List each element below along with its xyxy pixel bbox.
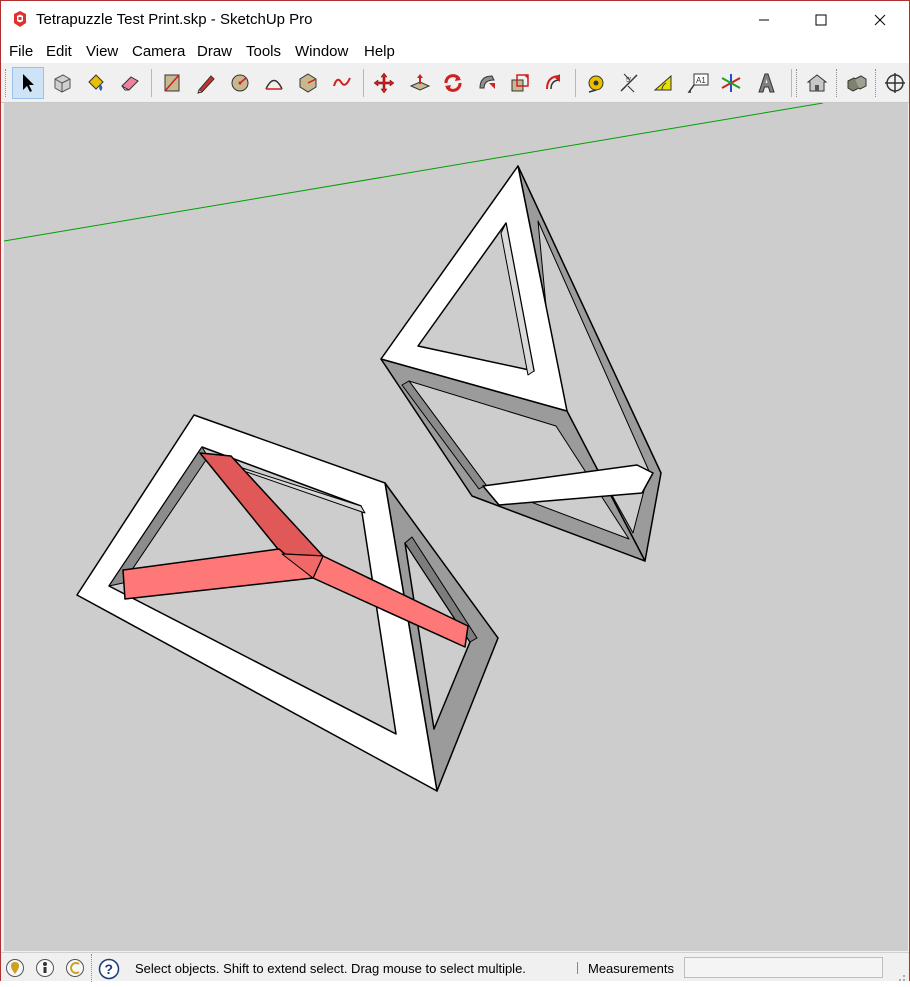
rotate-button[interactable] [437,67,469,99]
status-message: Select objects. Shift to extend select. … [135,961,526,976]
sketchup-logo-icon [11,10,29,28]
status-separator [577,962,578,974]
component-icon [54,74,71,93]
drawing-viewport[interactable] [4,103,908,951]
sketchup-window: Tetrapuzzle Test Print.skp - SketchUp Pr… [0,0,910,982]
follow-me-icon [479,75,495,89]
menu-edit[interactable]: Edit [46,43,72,60]
menu-help[interactable]: Help [364,43,395,60]
protractor-icon [653,74,672,91]
axes-icon [721,74,741,92]
protractor-button[interactable] [647,67,679,99]
svg-text:?: ? [105,961,114,977]
circle-icon [231,74,249,92]
svg-text:5': 5' [626,77,631,84]
circle-button[interactable] [224,67,256,99]
menu-window[interactable]: Window [295,43,348,60]
green-axis-line [4,103,824,242]
toolbar-separator [791,69,792,97]
toolbar-separator [575,69,576,97]
close-button[interactable] [857,1,903,39]
menu-view[interactable]: View [86,43,118,60]
rotate-icon [444,74,462,92]
credits-icon[interactable] [35,958,55,978]
maximize-icon [815,14,827,26]
minimize-icon [759,19,769,21]
toolbar-grip[interactable] [836,69,839,97]
push-pull-icon [409,74,431,91]
axes-button[interactable] [715,67,747,99]
dimension-button[interactable]: 5' [613,67,645,99]
3d-text-icon [758,73,775,93]
3d-text-button[interactable] [750,67,782,99]
close-icon [874,14,886,26]
menu-bar: File Edit View Camera Draw Tools Window … [1,39,909,63]
components-icon [847,75,867,92]
toolbar-separator [151,69,152,97]
move-arrows-icon [373,72,395,94]
polygon-icon [299,73,317,93]
tetra-frame-right[interactable] [380,165,662,562]
measurements-label: Measurements [588,961,674,976]
window-title: Tetrapuzzle Test Print.skp - SketchUp Pr… [36,11,313,28]
house-icon [806,74,828,92]
rectangle-button[interactable] [156,67,188,99]
model-canvas[interactable] [4,103,908,951]
maximize-button[interactable] [798,1,844,39]
minimize-button[interactable] [741,1,787,39]
tape-measure-button[interactable] [580,67,612,99]
help-question-icon[interactable]: ? [98,958,120,980]
svg-text:A1: A1 [696,76,706,85]
paint-bucket-button[interactable] [80,67,112,99]
paint-bucket-icon [88,74,104,91]
warehouse-button[interactable] [801,67,833,99]
move-button[interactable] [368,67,400,99]
toolbar-separator [363,69,364,97]
rectangle-icon [164,74,180,92]
resize-grip-icon[interactable] [896,969,906,981]
make-component-button[interactable] [46,67,78,99]
freehand-button[interactable] [326,67,358,99]
line-button[interactable] [190,67,222,99]
components-button[interactable] [841,67,873,99]
toolbar-grip[interactable] [796,69,799,97]
polygon-button[interactable] [292,67,324,99]
follow-me-button[interactable] [471,67,503,99]
orbit-button[interactable] [879,67,910,99]
select-tool-button[interactable] [12,67,44,99]
toolbar: 5' A1 [1,63,909,103]
menu-camera[interactable]: Camera [132,43,185,60]
text-label-icon: A1 [687,73,709,93]
tape-measure-icon [588,75,604,93]
eraser-icon [121,76,139,91]
push-pull-button[interactable] [404,67,436,99]
orbit-icon [885,73,905,93]
tetra-frame-left[interactable] [76,414,499,792]
offset-button[interactable] [538,67,570,99]
toolbar-grip[interactable] [5,69,8,97]
text-button[interactable]: A1 [682,67,714,99]
menu-draw[interactable]: Draw [197,43,232,60]
toolbar-grip[interactable] [875,69,878,97]
license-icon[interactable] [65,958,85,978]
menu-tools[interactable]: Tools [246,43,281,60]
measurements-input[interactable] [684,957,883,978]
dimension-icon: 5' [620,73,638,93]
title-bar[interactable]: Tetrapuzzle Test Print.skp - SketchUp Pr… [1,1,909,39]
scale-button[interactable] [504,67,536,99]
select-arrow-icon [23,74,34,92]
arc-button[interactable] [258,67,290,99]
pencil-icon [197,75,215,94]
offset-icon [546,74,561,90]
arc-icon [265,79,283,90]
status-bar: ? Select objects. Shift to extend select… [1,952,909,982]
status-grip [91,954,94,982]
eraser-button[interactable] [114,67,146,99]
menu-file[interactable]: File [9,43,33,60]
geo-location-icon[interactable] [5,958,25,978]
scale-icon [511,74,529,92]
freehand-icon [333,77,351,87]
